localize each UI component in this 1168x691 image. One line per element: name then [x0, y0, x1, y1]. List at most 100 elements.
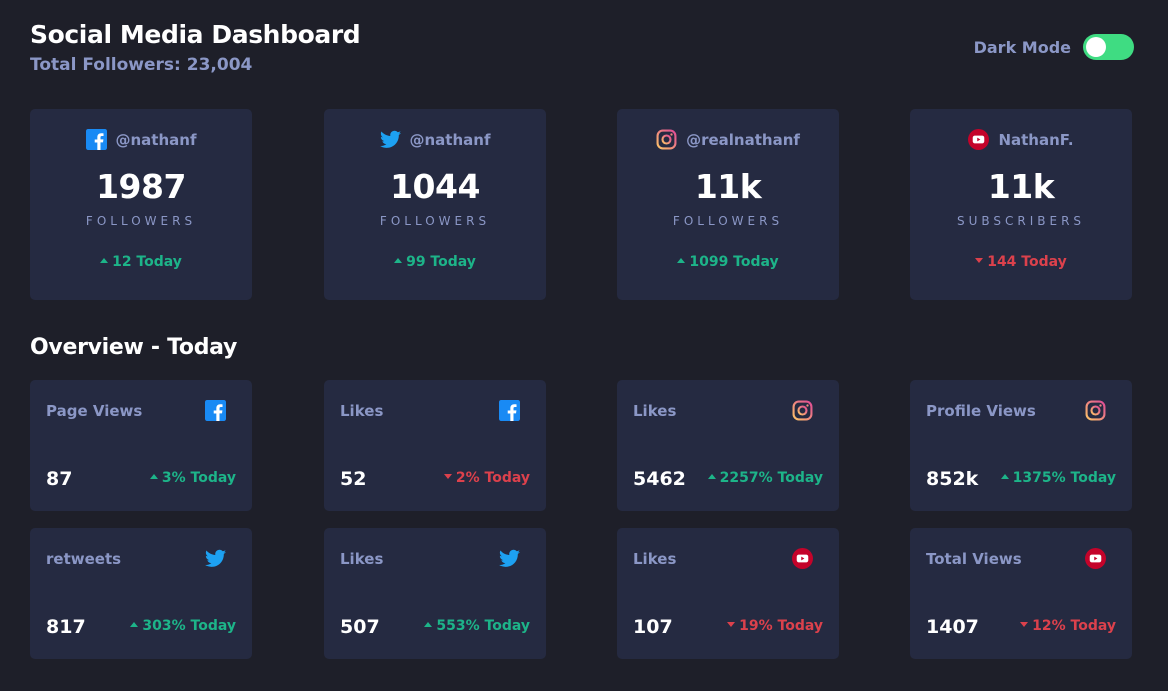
up-arrow-icon: [130, 621, 139, 627]
follower-card-youtube[interactable]: NathanF. 11k SUBSCRIBERS 144 Today: [910, 109, 1132, 300]
metric-label: FOLLOWERS: [85, 214, 197, 228]
youtube-icon: [1085, 548, 1106, 569]
overview-card[interactable]: Profile Views 852k 1375% Today: [910, 380, 1132, 511]
overview-change: 19% Today: [727, 618, 823, 634]
follower-count: 1987: [96, 167, 186, 206]
instagram-icon: [792, 400, 813, 421]
overview-value: 1407: [926, 616, 979, 638]
overview-value: 107: [633, 616, 673, 638]
facebook-icon: [85, 129, 107, 150]
overview-card[interactable]: Likes 107 19% Today: [617, 528, 839, 659]
handle-row: NathanF.: [910, 129, 1132, 150]
total-followers: Total Followers: 23,004: [30, 55, 253, 75]
account-handle: NathanF.: [998, 130, 1074, 149]
toggle-knob: [1086, 37, 1106, 57]
overview-card[interactable]: Total Views 1407 12% Today: [910, 528, 1132, 659]
overview-card[interactable]: Likes 52 2% Today: [324, 380, 546, 511]
change-text: 144 Today: [987, 254, 1067, 270]
change-text: 12% Today: [1032, 618, 1116, 634]
metric-label: FOLLOWERS: [672, 214, 784, 228]
overview-change: 2257% Today: [707, 470, 823, 486]
overview-card[interactable]: Page Views 87 3% Today: [30, 380, 252, 511]
page-title: Social Media Dashboard: [30, 20, 361, 49]
instagram-icon: [656, 129, 677, 150]
overview-value: 52: [340, 468, 367, 490]
metric-label: SUBSCRIBERS: [956, 214, 1086, 228]
overview-value: 852k: [926, 468, 979, 490]
twitter-icon: [205, 548, 226, 569]
follower-count: 11k: [987, 167, 1055, 206]
dark-mode-toggle[interactable]: [1083, 34, 1134, 60]
up-arrow-icon: [424, 621, 433, 627]
follower-card-facebook[interactable]: @nathanf 1987 FOLLOWERS 12 Today: [30, 109, 252, 300]
up-arrow-icon: [707, 473, 716, 479]
overview-label: Likes: [340, 402, 384, 420]
dark-mode-control: Dark Mode: [974, 34, 1134, 60]
overview-label: Page Views: [46, 402, 143, 420]
overview-value: 87: [46, 468, 73, 490]
overview-change: 553% Today: [424, 618, 530, 634]
overview-title: Overview - Today: [30, 335, 238, 360]
down-arrow-icon: [1020, 621, 1029, 627]
daily-change: 12 Today: [30, 254, 252, 270]
follower-count: 1044: [390, 167, 480, 206]
overview-label: Likes: [340, 550, 384, 568]
overview-label: Profile Views: [926, 402, 1036, 420]
youtube-icon: [792, 548, 813, 569]
up-arrow-icon: [394, 257, 403, 263]
handle-row: @realnathanf: [617, 129, 839, 150]
overview-value: 817: [46, 616, 86, 638]
change-text: 19% Today: [739, 618, 823, 634]
change-text: 12 Today: [112, 254, 182, 270]
overview-change: 2% Today: [443, 470, 530, 486]
metric-label: FOLLOWERS: [379, 214, 491, 228]
follower-count: 11k: [694, 167, 762, 206]
facebook-icon: [205, 400, 226, 421]
up-arrow-icon: [1000, 473, 1009, 479]
change-text: 99 Today: [406, 254, 476, 270]
overview-label: Total Views: [926, 550, 1022, 568]
up-arrow-icon: [149, 473, 158, 479]
instagram-icon: [1085, 400, 1106, 421]
facebook-icon: [499, 400, 520, 421]
daily-change: 99 Today: [324, 254, 546, 270]
down-arrow-icon: [727, 621, 736, 627]
daily-change: 1099 Today: [617, 254, 839, 270]
change-text: 2257% Today: [719, 470, 823, 486]
overview-label: Likes: [633, 402, 677, 420]
overview-value: 5462: [633, 468, 686, 490]
daily-change: 144 Today: [910, 254, 1132, 270]
overview-card[interactable]: Likes 507 553% Today: [324, 528, 546, 659]
down-arrow-icon: [975, 257, 984, 263]
change-text: 2% Today: [455, 470, 530, 486]
twitter-icon: [379, 129, 401, 150]
overview-change: 303% Today: [130, 618, 236, 634]
handle-row: @nathanf: [30, 129, 252, 150]
follower-card-twitter[interactable]: @nathanf 1044 FOLLOWERS 99 Today: [324, 109, 546, 300]
account-handle: @nathanf: [115, 130, 197, 149]
up-arrow-icon: [100, 257, 109, 263]
dark-mode-label: Dark Mode: [973, 37, 1071, 57]
overview-change: 1375% Today: [1000, 470, 1116, 486]
overview-card[interactable]: Likes 5462 2257% Today: [617, 380, 839, 511]
overview-change: 12% Today: [1020, 618, 1116, 634]
overview-label: retweets: [46, 550, 122, 568]
follower-card-instagram[interactable]: @realnathanf 11k FOLLOWERS 1099 Today: [617, 109, 839, 300]
dashboard-header: Social Media Dashboard Total Followers: …: [30, 20, 1134, 75]
account-handle: @realnathanf: [686, 130, 800, 149]
overview-card[interactable]: retweets 817 303% Today: [30, 528, 252, 659]
handle-row: @nathanf: [324, 129, 546, 150]
twitter-icon: [499, 548, 520, 569]
account-handle: @nathanf: [409, 130, 491, 149]
youtube-icon: [968, 129, 990, 150]
overview-label: Likes: [633, 550, 677, 568]
overview-change: 3% Today: [149, 470, 236, 486]
change-text: 1375% Today: [1012, 470, 1116, 486]
change-text: 3% Today: [161, 470, 236, 486]
up-arrow-icon: [677, 257, 686, 263]
overview-value: 507: [340, 616, 380, 638]
change-text: 303% Today: [142, 618, 236, 634]
change-text: 553% Today: [436, 618, 530, 634]
down-arrow-icon: [443, 473, 452, 479]
change-text: 1099 Today: [689, 254, 779, 270]
